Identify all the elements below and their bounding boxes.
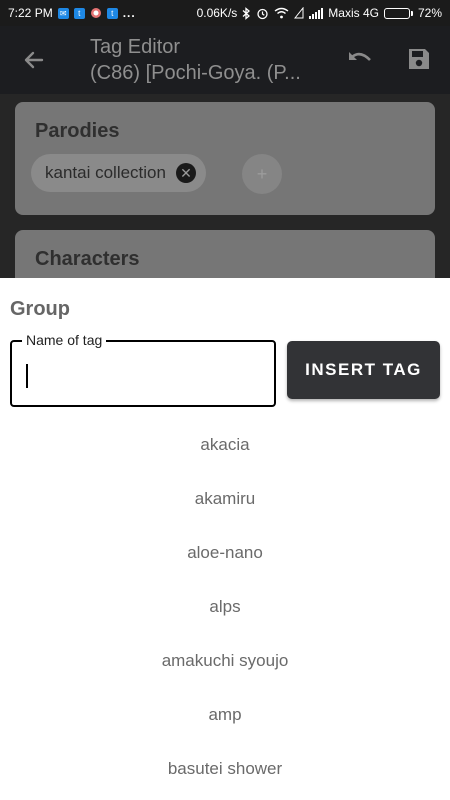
battery-percent: 72%	[417, 6, 442, 20]
wifi-icon	[274, 7, 289, 19]
suggestion-item[interactable]: amp	[0, 688, 450, 742]
remove-tag-icon[interactable]: ✕	[175, 163, 196, 183]
suggestion-item[interactable]: basutei shower	[0, 742, 450, 796]
add-tag-sheet: Group Name of tag INSERT TAG akacia akam…	[0, 278, 450, 800]
status-left: 7:22 PM ✉ t t ...	[8, 6, 136, 20]
network-speed: 0.06K/s	[196, 6, 238, 20]
signal-icon	[309, 7, 324, 19]
characters-card: Characters	[15, 230, 435, 278]
parody-tag-label: kantai collection	[45, 163, 166, 182]
app-titles: Tag Editor (C86) [Pochi-Goya. (P...	[90, 34, 330, 86]
tag-suggestions-list: akacia akamiru aloe-nano alps amakuchi s…	[0, 418, 450, 796]
text-caret	[26, 364, 28, 388]
messenger-icon: ✉	[57, 7, 69, 19]
status-time: 7:22 PM	[8, 6, 53, 20]
signal-weak-icon	[294, 7, 304, 19]
editor-content-dimmed: Parodies kantai collection ✕ + Character…	[0, 94, 450, 278]
suggestion-item[interactable]: alps	[0, 580, 450, 634]
app-notification-icon	[90, 7, 102, 19]
suggestion-item[interactable]: aloe-nano	[0, 526, 450, 580]
back-button[interactable]	[20, 46, 48, 74]
twitter-icon: t	[73, 7, 85, 19]
status-right: 0.06K/s Maxis 4G 72%	[197, 6, 442, 20]
add-parody-button[interactable]: +	[242, 154, 282, 194]
tag-name-label: Name of tag	[22, 332, 107, 348]
parodies-card: Parodies kantai collection ✕ +	[15, 102, 435, 215]
plus-icon: +	[256, 164, 268, 184]
tag-name-input[interactable]	[24, 358, 264, 392]
app-bar: Tag Editor (C86) [Pochi-Goya. (P...	[0, 26, 450, 94]
bluetooth-icon	[242, 6, 251, 20]
characters-title: Characters	[35, 248, 140, 270]
battery-icon	[383, 7, 413, 19]
undo-icon	[349, 52, 371, 61]
page-title: Tag Editor	[90, 36, 181, 58]
twitter-icon-2: t	[106, 7, 118, 19]
tag-name-field[interactable]: Name of tag	[10, 332, 276, 407]
floppy-disk-icon	[409, 49, 429, 69]
suggestion-item[interactable]: akamiru	[0, 472, 450, 526]
arrow-left-icon	[24, 51, 44, 69]
suggestion-item[interactable]: akacia	[0, 418, 450, 472]
status-bar: 7:22 PM ✉ t t ... 0.06K/s Maxis 4G 72%	[0, 0, 450, 26]
more-notifications-icon: ...	[122, 6, 136, 20]
parody-tag-chip[interactable]: kantai collection ✕	[31, 154, 206, 192]
parodies-title: Parodies	[35, 120, 120, 142]
alarm-icon	[256, 7, 269, 20]
insert-tag-button[interactable]: INSERT TAG	[287, 341, 440, 399]
save-button[interactable]	[406, 46, 432, 72]
undo-button[interactable]	[346, 48, 374, 72]
sheet-title: Group	[10, 298, 70, 320]
page-subtitle: (C86) [Pochi-Goya. (P...	[90, 62, 301, 84]
suggestion-item[interactable]: amakuchi syoujo	[0, 634, 450, 688]
carrier-label: Maxis 4G	[328, 6, 379, 20]
